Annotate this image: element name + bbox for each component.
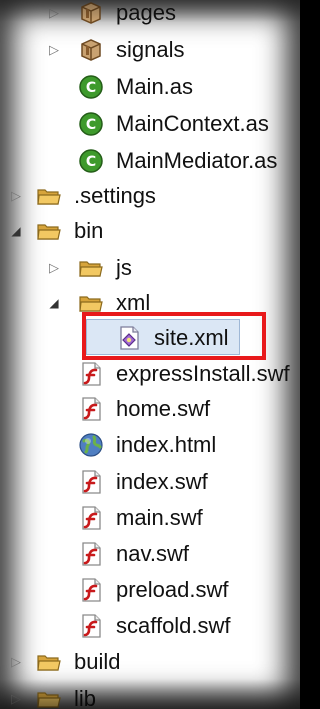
folder-icon <box>78 255 104 281</box>
html-globe-icon <box>78 432 104 458</box>
tree-item-index-html[interactable]: index.html <box>0 427 300 463</box>
tree-item-home-swf[interactable]: home.swf <box>0 391 300 427</box>
tree-item-label: index.html <box>116 432 217 457</box>
tree-item-label: preload.swf <box>116 577 229 602</box>
folder-icon <box>36 218 62 244</box>
tree-item-pages[interactable]: ▷ pages <box>0 0 300 31</box>
tree-item-label: nav.swf <box>116 541 189 566</box>
tree-item-expressinstall-swf[interactable]: expressInstall.swf <box>0 356 300 392</box>
as-class-icon: C <box>78 148 104 174</box>
tree-item-label: pages <box>116 0 176 25</box>
tree-item-js-folder[interactable]: ▷ js <box>0 250 300 286</box>
expand-arrow-icon[interactable]: ▷ <box>8 644 24 680</box>
tree-item-label: bin <box>74 218 104 243</box>
flash-file-icon <box>78 613 104 639</box>
tree-item-mainmediator-as[interactable]: C MainMediator.as <box>0 143 300 179</box>
tree-item-label: js <box>116 255 132 280</box>
tree-item-label: scaffold.swf <box>116 613 231 638</box>
collapse-arrow-icon[interactable]: ◢ <box>8 213 24 249</box>
collapse-arrow-icon[interactable]: ◢ <box>46 285 62 321</box>
package-icon <box>78 37 104 63</box>
svg-text:C: C <box>86 154 96 170</box>
tree-item-label: build <box>74 649 121 674</box>
svg-text:C: C <box>86 117 96 133</box>
flash-file-icon <box>78 361 104 387</box>
package-icon <box>78 0 104 26</box>
tree-item-main-as[interactable]: C Main.as <box>0 69 300 105</box>
tree-item-scaffold-swf[interactable]: scaffold.swf <box>0 608 300 644</box>
tree-item-settings-folder[interactable]: ▷ .settings <box>0 178 300 214</box>
flash-file-icon <box>78 469 104 495</box>
expand-arrow-icon[interactable]: ▷ <box>8 681 24 709</box>
folder-icon <box>36 686 62 709</box>
tree-item-label: MainContext.as <box>116 111 269 136</box>
tree-item-bin-folder[interactable]: ◢ bin <box>0 213 300 249</box>
folder-icon <box>36 183 62 209</box>
as-class-icon: C <box>78 74 104 100</box>
tree-item-nav-swf[interactable]: nav.swf <box>0 536 300 572</box>
tree-item-label: Main.as <box>116 74 194 99</box>
tree-item-label: index.swf <box>116 469 208 494</box>
tree-item-label: signals <box>116 37 185 62</box>
tree-item-maincontext-as[interactable]: C MainContext.as <box>0 106 300 142</box>
file-tree: ▷ pages ▷ signals C Main.as C MainContex… <box>0 0 300 709</box>
expand-arrow-icon[interactable]: ▷ <box>46 250 62 286</box>
folder-icon <box>36 649 62 675</box>
flash-file-icon <box>78 541 104 567</box>
as-class-icon: C <box>78 111 104 137</box>
tree-item-preload-swf[interactable]: preload.swf <box>0 572 300 608</box>
flash-file-icon <box>78 396 104 422</box>
tree-item-index-swf[interactable]: index.swf <box>0 464 300 500</box>
expand-arrow-icon[interactable]: ▷ <box>8 178 24 214</box>
tree-item-label: .settings <box>74 183 156 208</box>
project-explorer-panel: ▷ pages ▷ signals C Main.as C MainContex… <box>0 0 300 709</box>
tree-item-main-swf[interactable]: main.swf <box>0 500 300 536</box>
tree-item-label: MainMediator.as <box>116 148 278 173</box>
tree-item-label: home.swf <box>116 396 211 421</box>
tree-item-label: lib <box>74 686 97 709</box>
tree-item-label: expressInstall.swf <box>116 361 290 386</box>
tree-item-label: main.swf <box>116 505 203 530</box>
tree-item-lib-folder[interactable]: ▷ lib <box>0 681 300 709</box>
expand-arrow-icon[interactable]: ▷ <box>46 32 62 68</box>
tree-item-build-folder[interactable]: ▷ build <box>0 644 300 680</box>
expand-arrow-icon[interactable]: ▷ <box>46 0 62 31</box>
svg-text:C: C <box>86 80 96 96</box>
flash-file-icon <box>78 505 104 531</box>
flash-file-icon <box>78 577 104 603</box>
highlight-annotation-box <box>82 312 266 360</box>
tree-item-signals[interactable]: ▷ signals <box>0 32 300 68</box>
